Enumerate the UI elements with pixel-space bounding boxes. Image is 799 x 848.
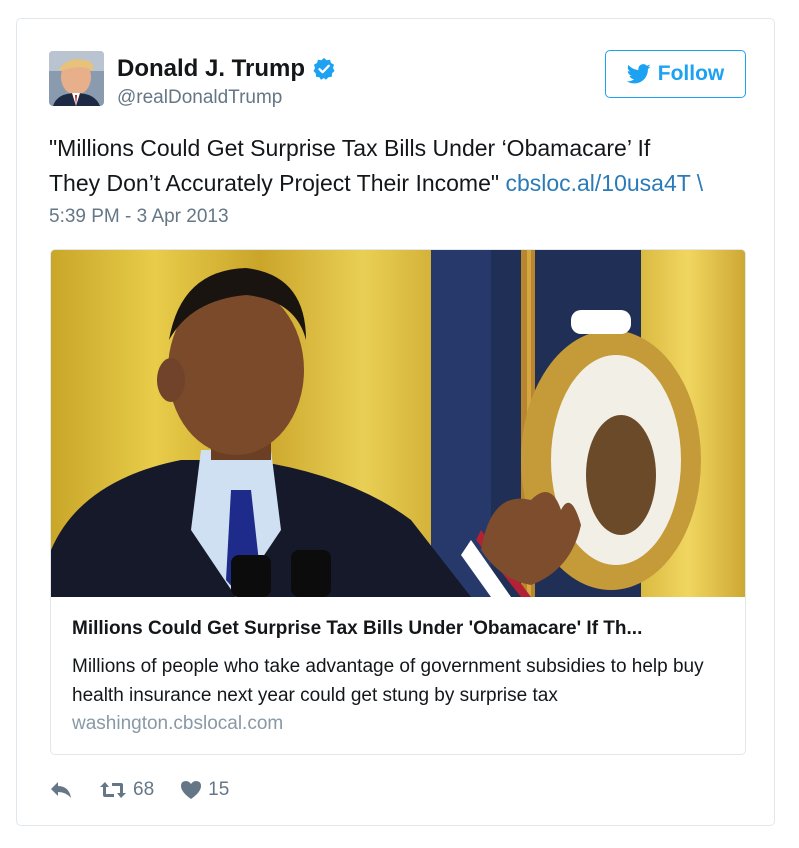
retweet-count: 68	[133, 779, 155, 800]
card-title[interactable]: Millions Could Get Surprise Tax Bills Un…	[72, 618, 732, 640]
retweet-icon	[100, 782, 126, 798]
user-handle[interactable]: @realDonaldTrump	[117, 87, 282, 109]
tweet-text: "Millions Could Get Surprise Tax Bills U…	[49, 131, 769, 201]
retweet-button[interactable]: 68	[99, 779, 154, 801]
card-description: Millions of people who take advantage of…	[72, 656, 704, 706]
reply-button[interactable]	[49, 780, 73, 800]
card-image[interactable]	[51, 250, 745, 597]
twitter-bird-icon	[626, 64, 651, 84]
like-count: 15	[208, 779, 230, 800]
tweet-text-line1: "Millions Could Get Surprise Tax Bills U…	[49, 135, 651, 161]
tweet-text-line2: They Don’t Accurately Project Their Inco…	[49, 170, 506, 196]
follow-button[interactable]: Follow	[605, 50, 746, 98]
user-name[interactable]: Donald J. Trump	[117, 55, 305, 83]
follow-label: Follow	[657, 62, 725, 85]
tweet-timestamp[interactable]: 5:39 PM - 3 Apr 2013	[49, 206, 229, 228]
verified-badge-icon	[313, 58, 335, 80]
link-preview-card[interactable]: Millions Could Get Surprise Tax Bills Un…	[50, 249, 746, 755]
like-button[interactable]: 15	[180, 779, 229, 801]
user-name-row[interactable]: Donald J. Trump	[117, 55, 336, 83]
tweet-card: Donald J. Trump @realDonaldTrump Follow …	[16, 18, 775, 826]
tweet-actions: 68 15	[49, 779, 255, 801]
avatar[interactable]	[49, 51, 104, 106]
reply-icon	[51, 782, 71, 798]
card-domain[interactable]: washington.cbslocal.com	[72, 713, 283, 735]
tweet-link[interactable]: cbsloc.al/10usa4T \	[505, 170, 703, 196]
heart-icon	[181, 781, 202, 799]
